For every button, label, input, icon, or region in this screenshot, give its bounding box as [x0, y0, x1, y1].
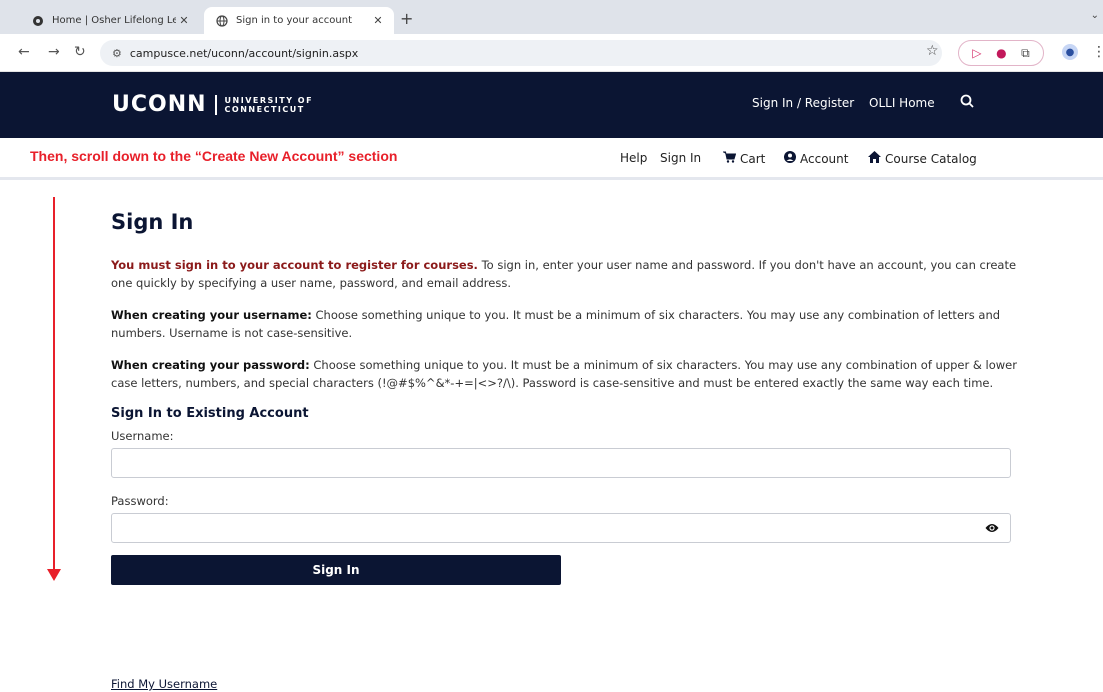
intro-emphasis: You must sign in to your account to regi… [111, 258, 478, 272]
site-header: UCONN UNIVERSITY OF CONNECTICUT Sign In … [0, 72, 1103, 138]
logo-line2: CONNECTICUT [224, 104, 305, 114]
password-field-wrapper [111, 513, 1011, 543]
address-bar[interactable]: ⚙ campusce.net/uconn/account/signin.aspx [100, 40, 942, 66]
forward-arrow-icon[interactable]: → [48, 44, 60, 60]
username-rules-heading: When creating your username: [111, 308, 312, 322]
username-rules-paragraph: When creating your username: Choose some… [111, 306, 1021, 342]
new-tab-button[interactable]: + [400, 9, 413, 28]
annotation-instruction: Then, scroll down to the “Create New Acc… [30, 148, 398, 164]
uconn-logo[interactable]: UCONN UNIVERSITY OF CONNECTICUT [112, 92, 313, 117]
site-settings-icon[interactable]: ⚙ [112, 47, 122, 60]
extension-icon[interactable]: ▷ [972, 46, 981, 60]
find-username-link[interactable]: Find My Username [111, 677, 217, 691]
menu-kebab-icon[interactable]: ⋮ [1092, 44, 1103, 60]
browser-tab-bar: Home | Osher Lifelong Learnin ✕ Sign in … [0, 0, 1103, 34]
nav-help[interactable]: Help [620, 151, 647, 165]
secondary-nav: Then, scroll down to the “Create New Acc… [0, 138, 1103, 180]
nav-sign-in[interactable]: Sign In [660, 151, 701, 165]
url-text: campusce.net/uconn/account/signin.aspx [129, 46, 359, 60]
user-circle-icon [784, 151, 796, 166]
sign-in-button[interactable]: Sign In [111, 555, 561, 585]
password-rules-paragraph: When creating your password: Choose some… [111, 356, 1021, 392]
existing-account-heading: Sign In to Existing Account [111, 406, 309, 421]
home-icon [868, 151, 881, 166]
nav-account[interactable]: Account [784, 151, 848, 166]
extensions-group: ▷ ● ⧉ [958, 40, 1044, 66]
tab-search-icon[interactable]: ⌄ [1091, 10, 1099, 21]
search-icon[interactable] [960, 94, 974, 108]
logo-line1: UNIVERSITY OF [224, 95, 314, 105]
bookmark-star-icon[interactable]: ☆ [926, 43, 939, 59]
username-input[interactable] [111, 448, 1011, 478]
password-rules-heading: When creating your password: [111, 358, 310, 372]
nav-course-catalog[interactable]: Course Catalog [868, 151, 977, 166]
close-icon[interactable]: ✕ [370, 14, 386, 27]
nav-cart-label: Cart [740, 151, 766, 166]
puzzle-icon[interactable]: ⧉ [1021, 46, 1030, 61]
uconn-favicon-icon [32, 15, 44, 27]
nav-sign-in-register[interactable]: Sign In / Register [752, 96, 854, 110]
password-label: Password: [111, 494, 169, 508]
nav-account-label: Account [800, 151, 849, 166]
close-icon[interactable]: ✕ [176, 14, 192, 27]
tab-title: Home | Osher Lifelong Learnin [52, 15, 176, 26]
browser-toolbar: ← → ↻ ⚙ campusce.net/uconn/account/signi… [0, 34, 1103, 72]
reload-icon[interactable]: ↻ [74, 44, 86, 60]
page-title: Sign In [111, 210, 194, 234]
profile-avatar-icon[interactable]: ● [1062, 44, 1078, 60]
browser-tab-home[interactable]: Home | Osher Lifelong Learnin ✕ [20, 7, 200, 34]
nav-course-catalog-label: Course Catalog [885, 151, 977, 166]
browser-tab-signin[interactable]: Sign in to your account ✕ [204, 7, 394, 34]
globe-icon [216, 14, 228, 27]
extension-icon[interactable]: ● [996, 46, 1006, 60]
logo-word: UCONN [112, 92, 207, 117]
nav-cart[interactable]: Cart [723, 151, 765, 166]
logo-divider [214, 94, 217, 115]
tab-title: Sign in to your account [236, 15, 353, 26]
eye-icon[interactable] [985, 522, 999, 534]
annotation-arrow-line [53, 197, 55, 571]
username-label: Username: [111, 429, 174, 443]
cart-icon [723, 151, 737, 166]
intro-paragraph: You must sign in to your account to regi… [111, 256, 1021, 292]
nav-olli-home[interactable]: OLLI Home [869, 96, 935, 110]
main-content: Sign In You must sign in to your account… [111, 210, 1031, 585]
logo-university: UNIVERSITY OF CONNECTICUT [225, 96, 314, 114]
back-arrow-icon[interactable]: ← [18, 44, 30, 60]
password-input[interactable] [111, 513, 1011, 543]
annotation-arrow-down-icon [47, 569, 61, 581]
